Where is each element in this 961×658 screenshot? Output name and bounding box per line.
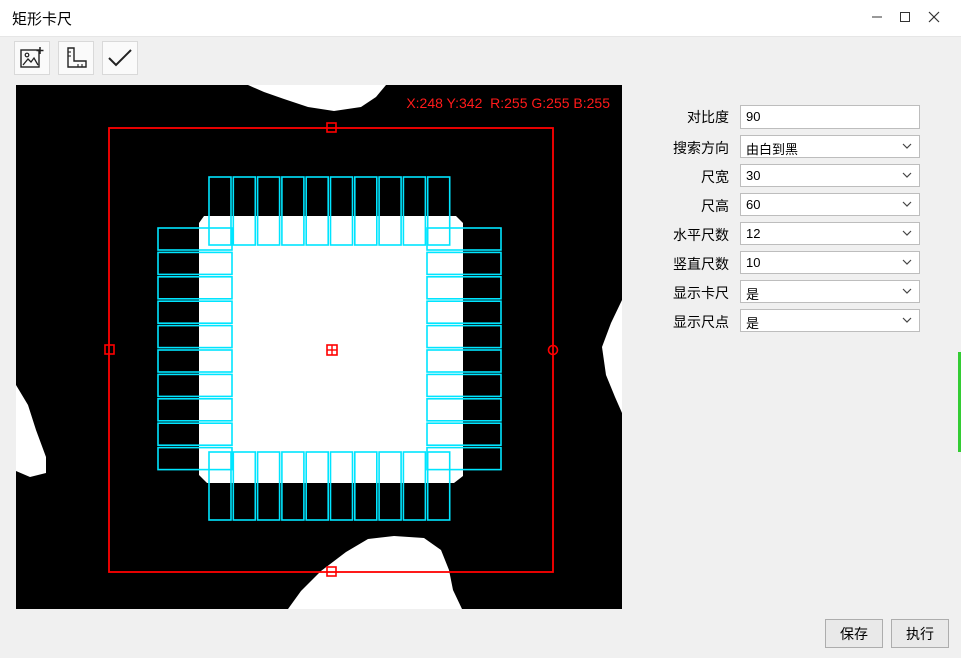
blob-right: [602, 300, 622, 413]
close-button[interactable]: [920, 4, 948, 30]
contrast-label: 对比度: [687, 110, 729, 126]
direction-value: 由白到黑: [746, 142, 799, 157]
horizontal-count-select[interactable]: 12: [740, 222, 920, 245]
chevron-down-icon: [902, 230, 912, 236]
save-button[interactable]: 保存: [825, 619, 883, 648]
caliper-tool-button[interactable]: [58, 41, 94, 75]
contrast-input[interactable]: 90: [740, 105, 920, 129]
window-title: 矩形卡尺: [12, 10, 73, 28]
chevron-down-icon: [902, 288, 912, 294]
direction-label: 搜索方向: [673, 141, 729, 157]
image-viewer[interactable]: X:248 Y:342 R:255 G:255 B:255: [16, 85, 622, 609]
image-canvas[interactable]: [16, 85, 622, 609]
ruler-icon: [67, 47, 87, 68]
pixel-readout: X:248 Y:342 R:255 G:255 B:255: [406, 95, 610, 111]
blob-top: [248, 85, 386, 111]
maximize-button[interactable]: [891, 4, 919, 30]
maximize-icon: [900, 12, 910, 22]
close-icon: [928, 11, 940, 23]
vertical-count-select[interactable]: 10: [740, 251, 920, 274]
checkmark-icon: [108, 49, 132, 67]
chevron-down-icon: [902, 317, 912, 323]
minimize-button[interactable]: [863, 4, 891, 30]
horizontal-count-value: 12: [746, 226, 761, 241]
caliper-width-value: 30: [746, 168, 761, 183]
show-points-value: 是: [746, 316, 760, 331]
caliper-height-label: 尺高: [701, 199, 729, 215]
caliper-width-label: 尺宽: [701, 170, 729, 186]
horizontal-count-label: 水平尺数: [673, 228, 729, 244]
direction-select[interactable]: 由白到黑: [740, 135, 920, 158]
load-image-button[interactable]: [14, 41, 50, 75]
show-calipers-label: 显示卡尺: [673, 286, 729, 302]
chevron-down-icon: [902, 143, 912, 149]
show-calipers-value: 是: [746, 287, 760, 302]
caliper-width-select[interactable]: 30: [740, 164, 920, 187]
show-points-label: 显示尺点: [673, 315, 729, 331]
load-image-icon: [20, 47, 44, 68]
show-points-select[interactable]: 是: [740, 309, 920, 332]
title-bar: 矩形卡尺: [0, 0, 961, 37]
confirm-button[interactable]: [102, 41, 138, 75]
chevron-down-icon: [902, 201, 912, 207]
caliper-height-value: 60: [746, 197, 761, 212]
blob-left: [16, 385, 46, 477]
vertical-count-label: 竖直尺数: [673, 257, 729, 273]
vertical-count-value: 10: [746, 255, 761, 270]
chevron-down-icon: [902, 259, 912, 265]
minimize-icon: [872, 16, 882, 18]
chevron-down-icon: [902, 172, 912, 178]
execute-button[interactable]: 执行: [891, 619, 949, 648]
caliper-height-select[interactable]: 60: [740, 193, 920, 216]
show-calipers-select[interactable]: 是: [740, 280, 920, 303]
